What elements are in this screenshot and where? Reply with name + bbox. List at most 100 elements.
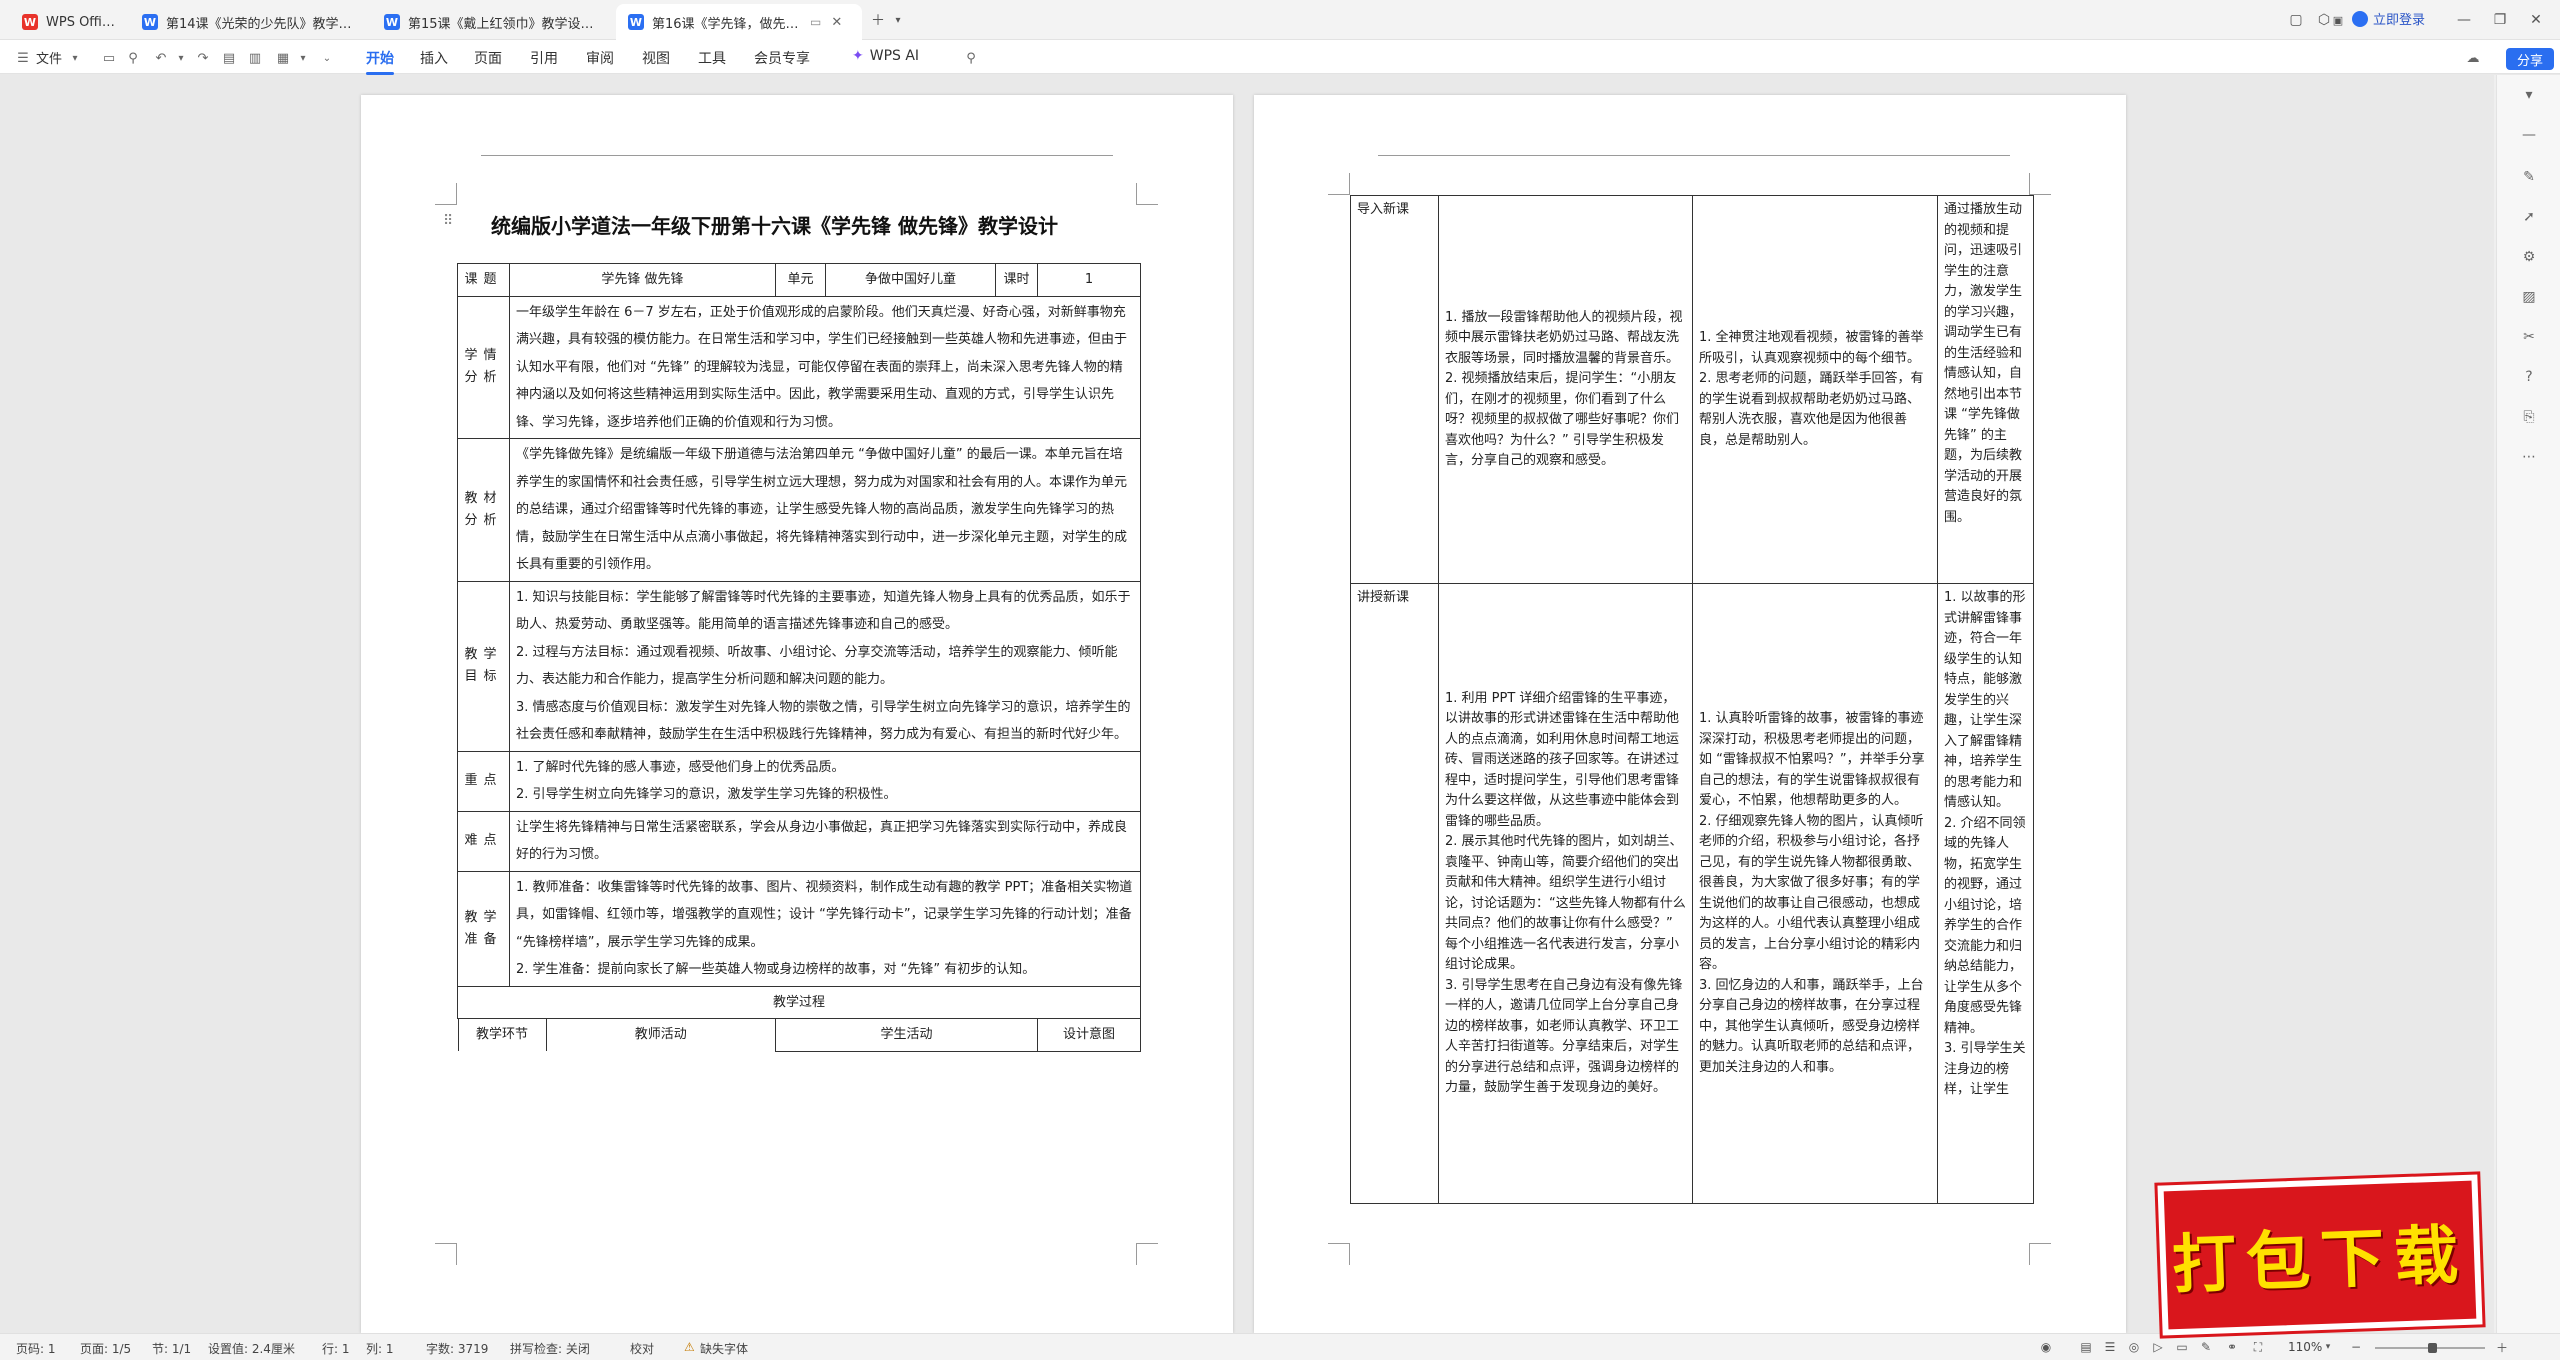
tab-list-chevron-icon[interactable]: ▾ [888,10,908,30]
pen-mode-icon[interactable]: ✎ [2198,1339,2214,1355]
collapse-icon[interactable]: ▾ [2519,85,2539,105]
new-tab-icon[interactable]: ＋ [868,10,888,30]
zoom-slider[interactable] [2375,1343,2485,1353]
web-view-icon[interactable]: ◎ [2126,1339,2142,1355]
status-section[interactable]: 节: 1/1 [152,1340,191,1357]
format-icon[interactable]: ▦ [274,49,292,67]
design-intent-cell[interactable]: 通过播放生动的视频和提问，迅速吸引学生的注意力，激发学生的学习兴趣，调动学生已有… [1937,195,2034,584]
cursor-icon[interactable]: ➚ [2519,207,2539,227]
share-sidebar-icon[interactable]: ⎘ [2519,407,2539,427]
hours-label[interactable]: 课时 [995,263,1038,297]
tab-references[interactable]: 引用 [530,48,558,68]
tab-doc-14[interactable]: W 第14课《光荣的少先队》教学设计.docx [130,4,368,40]
status-page[interactable]: 页码: 1 [16,1340,56,1357]
drag-handle-icon[interactable]: ⠿ [443,213,453,229]
image-icon[interactable]: ▨ [2519,287,2539,307]
stage-cell[interactable]: 讲授新课 [1350,583,1439,1204]
undo-chevron-icon[interactable]: ▾ [172,49,190,67]
redo-icon[interactable]: ↷ [194,49,212,67]
document-title[interactable]: 统编版小学道法一年级下册第十六课《学先锋 做先锋》教学设计 [491,210,1191,239]
teacher-activity-cell[interactable]: 1. 播放一段雷锋帮助他人的视频片段，视频中展示雷锋扶老奶奶过马路、帮战友洗衣服… [1438,195,1693,584]
tab-doc-15[interactable]: W 第15课《戴上红领巾》教学设计.docx [372,4,612,40]
course-value[interactable]: 学先锋 做先锋 [509,263,776,297]
save-icon[interactable]: ▭ [100,49,118,67]
window-layout-icon[interactable]: ▢ [2286,10,2306,30]
row-label[interactable]: 学情分析 [457,295,510,439]
course-label[interactable]: 课题 [457,263,510,297]
file-menu[interactable]: 文件 [36,48,62,67]
status-missing-font[interactable]: 缺失字体 [700,1340,748,1357]
student-activity-cell[interactable]: 1. 全神贯注地观看视频，被雷锋的善举所吸引，认真观察视频中的每个细节。 2. … [1692,195,1938,584]
cloud-icon[interactable]: ☁ [2464,49,2482,67]
teaching-goals-cell[interactable]: 1. 知识与技能目标：学生能够了解雷锋等时代先锋的主要事迹，知道先锋人物身上具有… [509,580,1141,752]
help-icon[interactable]: ? [2519,367,2539,387]
tab-view[interactable]: 视图 [642,48,670,68]
row-label[interactable]: 重点 [457,750,510,812]
pen-icon[interactable]: ✎ [2519,167,2539,187]
find-icon[interactable]: ⚲ [124,49,142,67]
status-row[interactable]: 行: 1 [322,1340,350,1357]
file-chevron-icon[interactable]: ▾ [66,49,84,67]
row-label[interactable]: 难点 [457,810,510,872]
status-setting[interactable]: 设置值: 2.4厘米 [208,1340,295,1357]
tab-doc-16[interactable]: W 第16课《学先锋，做先锋》教学设计.docx ▭ ✕ [616,4,862,40]
status-pages[interactable]: 页面: 1/5 [80,1340,131,1357]
row-label[interactable]: 教材分析 [457,438,510,582]
tab-insert[interactable]: 插入 [420,48,448,68]
zoom-out-icon[interactable]: − [2348,1339,2364,1355]
more-chevron-icon[interactable]: ⌄ [318,49,336,67]
tab-wps-office[interactable]: W WPS Office [10,4,128,40]
status-col[interactable]: 列: 1 [366,1340,394,1357]
share-button[interactable]: 分享 [2506,48,2554,70]
link-icon[interactable]: ⚭ [2224,1339,2240,1355]
adjust-icon[interactable]: ⚙ [2519,247,2539,267]
fit-icon[interactable]: ⛶ [2250,1339,2266,1355]
key-points-cell[interactable]: 1. 了解时代先锋的感人事迹，感受他们身上的优秀品质。 2. 引导学生树立向先锋… [509,750,1141,812]
row-label[interactable]: 教学准备 [457,870,510,987]
export-pdf-icon[interactable]: ▥ [246,49,264,67]
zoom-in-icon[interactable]: ＋ [2494,1339,2510,1355]
teacher-activity-cell[interactable]: 1. 利用 PPT 详细介绍雷锋的生平事迹，以讲故事的形式讲述雷锋在生活中帮助他… [1438,583,1693,1204]
device-icon[interactable]: ▣ [2328,10,2348,30]
tab-member[interactable]: 会员专享 [754,48,810,68]
tab-home[interactable]: 开始 [366,48,394,75]
preparation-cell[interactable]: 1. 教师准备：收集雷锋等时代先锋的故事、图片、视频资料，制作成生动有趣的教学 … [509,870,1141,987]
process-header-teacher[interactable]: 教师活动 [545,1019,775,1051]
menu-icon[interactable]: ☰ [14,49,32,67]
difficulty-text[interactable]: 让学生将先锋精神与日常生活紧密联系，学会从身边小事做起，真正把学习先锋落实到实际… [509,810,1141,872]
student-activity-cell[interactable]: 1. 认真聆听雷锋的故事，被雷锋的事迹深深打动，积极思考老师提出的问题，如 “雷… [1692,583,1938,1204]
process-title[interactable]: 教学过程 [457,985,1141,1019]
learner-analysis-text[interactable]: 一年级学生年龄在 6－7 岁左右，正处于价值观形成的启蒙阶段。他们天真烂漫、好奇… [509,295,1141,439]
tools-icon[interactable]: ✂ [2519,327,2539,347]
more-icon[interactable]: ⋯ [2519,447,2539,467]
outline-view-icon[interactable]: ☰ [2102,1339,2118,1355]
book-icon[interactable]: ▭ [2174,1339,2190,1355]
tab-review[interactable]: 审阅 [586,48,614,68]
close-window-icon[interactable]: ✕ [2526,10,2546,30]
process-header-student[interactable]: 学生活动 [775,1018,1038,1052]
eye-icon[interactable]: ◉ [2038,1339,2054,1355]
zoom-chevron-icon[interactable]: ▾ [2320,1339,2336,1355]
unit-value[interactable]: 争做中国好儿童 [825,263,996,297]
hours-value[interactable]: 1 [1037,263,1141,297]
stage-cell[interactable]: 导入新课 [1350,195,1439,584]
zoom-slider-knob[interactable] [2428,1343,2437,1353]
format-chevron-icon[interactable]: ▾ [294,49,312,67]
print-preview-icon[interactable]: ▤ [220,49,238,67]
status-words[interactable]: 字数: 3719 [426,1340,488,1357]
search-icon[interactable]: ⚲ [962,49,980,67]
close-tab-icon[interactable]: ✕ [831,15,842,30]
process-header-stage[interactable]: 教学环节 [457,1019,547,1051]
minus-icon[interactable]: — [2519,125,2539,145]
status-proof[interactable]: 校对 [630,1340,654,1357]
design-intent-cell[interactable]: 1. 以故事的形式讲解雷锋事迹，符合一年级学生的认知特点，能够激发学生的兴趣，让… [1937,583,2034,1204]
row-label[interactable]: 教学目标 [457,580,510,752]
unit-label[interactable]: 单元 [775,263,826,297]
status-spellcheck[interactable]: 拼写检查: 关闭 [510,1340,590,1357]
tab-page[interactable]: 页面 [474,48,502,68]
download-badge[interactable]: 打包下载 [2157,1174,2483,1336]
page-view-icon[interactable]: ▤ [2078,1339,2094,1355]
pin-icon[interactable]: ▭ [810,15,821,29]
login-button[interactable]: 立即登录 [2352,9,2425,28]
process-header-intent[interactable]: 设计意图 [1037,1018,1141,1052]
